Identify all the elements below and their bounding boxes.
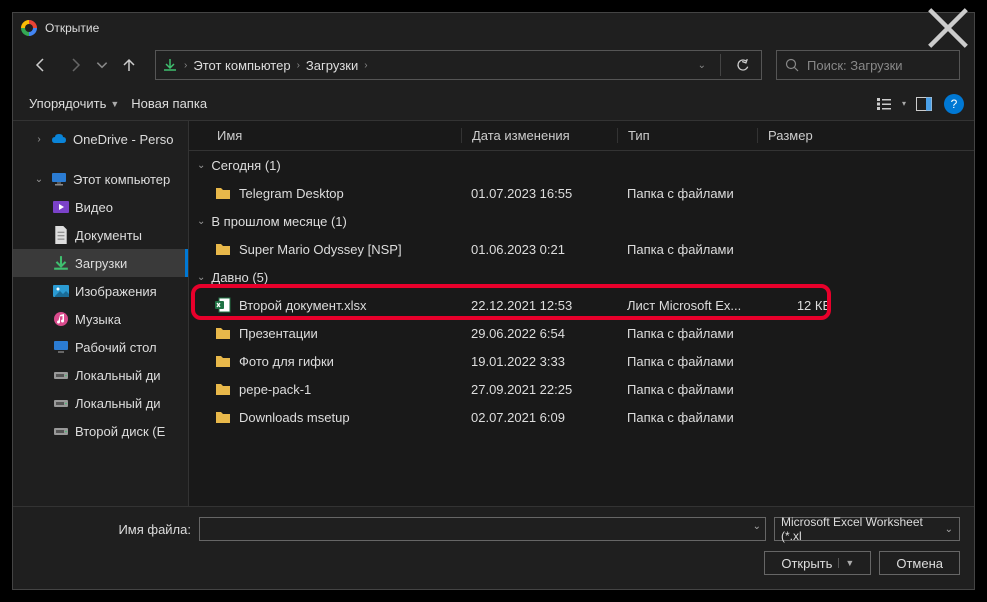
chevron-right-icon[interactable]: › — [184, 60, 187, 71]
sidebar-item-music[interactable]: Музыка — [13, 305, 188, 333]
disk-icon — [53, 395, 69, 411]
nav-back[interactable] — [27, 51, 55, 79]
column-headers: Имя Дата изменения Тип Размер — [189, 121, 974, 151]
file-row[interactable]: Презентации 29.06.2022 6:54 Папка с файл… — [189, 319, 974, 347]
group-today[interactable]: ⌄Сегодня (1) — [189, 151, 974, 179]
chrome-icon — [21, 20, 37, 36]
folder-icon — [215, 241, 231, 257]
nav-up[interactable] — [115, 51, 143, 79]
column-date[interactable]: Дата изменения — [461, 128, 617, 143]
sidebar-item-local-disk-2[interactable]: Локальный ди — [13, 389, 188, 417]
chevron-right-icon[interactable]: › — [364, 60, 367, 71]
file-open-dialog: Открытие › Этот компьютер › Загрузки › ⌄… — [12, 12, 975, 590]
address-history-dropdown[interactable]: ⌄ — [694, 60, 710, 71]
list-view-icon — [876, 97, 892, 111]
sidebar-item-video[interactable]: Видео — [13, 193, 188, 221]
images-icon — [53, 283, 69, 299]
filename-input[interactable]: ⌄ — [199, 517, 766, 541]
group-long-ago[interactable]: ⌄Давно (5) — [189, 263, 974, 291]
column-type[interactable]: Тип — [617, 128, 757, 143]
split-caret-icon[interactable]: ▼ — [838, 558, 854, 568]
folder-icon — [215, 353, 231, 369]
view-mode-button[interactable] — [870, 91, 910, 117]
dropdown-icon: ⌄ — [945, 524, 953, 535]
preview-pane-button[interactable] — [910, 91, 938, 117]
caret-down-icon: ▼ — [110, 99, 119, 109]
organize-button[interactable]: Упорядочить▼ — [23, 92, 125, 115]
monitor-icon — [51, 171, 67, 187]
expand-icon: › — [33, 134, 45, 145]
sidebar-item-documents[interactable]: Документы — [13, 221, 188, 249]
sidebar-item-desktop[interactable]: Рабочий стол — [13, 333, 188, 361]
file-list: Имя Дата изменения Тип Размер ⌄Сегодня (… — [189, 121, 974, 506]
address-bar[interactable]: › Этот компьютер › Загрузки › ⌄ — [155, 50, 762, 80]
chevron-down-icon: ⌄ — [197, 216, 205, 227]
window-title: Открытие — [45, 21, 99, 35]
help-button[interactable]: ? — [944, 94, 964, 114]
folder-icon — [215, 325, 231, 341]
disk-icon — [53, 367, 69, 383]
column-size[interactable]: Размер — [757, 128, 847, 143]
titlebar: Открытие — [13, 13, 974, 43]
search-placeholder: Поиск: Загрузки — [807, 58, 903, 73]
documents-icon — [53, 227, 69, 243]
cancel-button[interactable]: Отмена — [879, 551, 960, 575]
cloud-icon — [51, 131, 67, 147]
chevron-down-icon: ⌄ — [197, 272, 205, 283]
sidebar-item-images[interactable]: Изображения — [13, 277, 188, 305]
file-row[interactable]: Фото для гифки 19.01.2022 3:33 Папка с ф… — [189, 347, 974, 375]
sidebar-item-this-pc[interactable]: ⌄ Этот компьютер — [13, 165, 188, 193]
file-row[interactable]: pepe-pack-1 27.09.2021 22:25 Папка с фай… — [189, 375, 974, 403]
refresh-button[interactable] — [731, 53, 755, 77]
search-input[interactable]: Поиск: Загрузки — [776, 50, 960, 80]
chevron-right-icon[interactable]: › — [297, 60, 300, 71]
excel-icon — [215, 297, 231, 313]
video-icon — [53, 199, 69, 215]
file-row[interactable]: Telegram Desktop 01.07.2023 16:55 Папка … — [189, 179, 974, 207]
breadcrumb-this-pc[interactable]: Этот компьютер — [193, 58, 290, 73]
folder-icon — [215, 185, 231, 201]
downloads-icon — [162, 57, 178, 73]
open-button[interactable]: Открыть▼ — [764, 551, 871, 575]
sidebar-item-onedrive[interactable]: › OneDrive - Perso — [13, 125, 188, 153]
filename-label: Имя файла: — [27, 522, 191, 537]
toolbar: Упорядочить▼ Новая папка ? — [13, 87, 974, 121]
sidebar-item-downloads[interactable]: Загрузки — [13, 249, 188, 277]
nav-recent-dropdown[interactable] — [95, 51, 109, 79]
dropdown-icon[interactable]: ⌄ — [753, 521, 761, 532]
dialog-footer: Имя файла: ⌄ Microsoft Excel Worksheet (… — [13, 506, 974, 589]
collapse-icon: ⌄ — [33, 174, 45, 185]
desktop-icon — [53, 339, 69, 355]
nav-row: › Этот компьютер › Загрузки › ⌄ Поиск: З… — [13, 43, 974, 87]
downloads-folder-icon — [53, 255, 69, 271]
file-row[interactable]: Super Mario Odyssey [NSP] 01.06.2023 0:2… — [189, 235, 974, 263]
sidebar: › OneDrive - Perso ⌄ Этот компьютер Виде… — [13, 121, 189, 506]
dialog-body: › OneDrive - Perso ⌄ Этот компьютер Виде… — [13, 121, 974, 506]
sidebar-item-local-disk-1[interactable]: Локальный ди — [13, 361, 188, 389]
close-button[interactable] — [926, 13, 970, 43]
nav-forward[interactable] — [61, 51, 89, 79]
folder-icon — [215, 381, 231, 397]
file-row[interactable]: Downloads msetup 02.07.2021 6:09 Папка с… — [189, 403, 974, 431]
new-folder-button[interactable]: Новая папка — [125, 92, 213, 115]
file-row-highlighted[interactable]: Второй документ.xlsx 22.12.2021 12:53 Ли… — [189, 291, 974, 319]
sidebar-item-second-disk[interactable]: Второй диск (E — [13, 417, 188, 445]
chevron-down-icon: ⌄ — [197, 160, 205, 171]
search-icon — [785, 58, 799, 72]
breadcrumb-downloads[interactable]: Загрузки — [306, 58, 358, 73]
music-icon — [53, 311, 69, 327]
file-type-filter[interactable]: Microsoft Excel Worksheet (*.xl ⌄ — [774, 517, 960, 541]
preview-pane-icon — [916, 97, 932, 111]
disk-icon — [53, 423, 69, 439]
group-last-month[interactable]: ⌄В прошлом месяце (1) — [189, 207, 974, 235]
column-name[interactable]: Имя — [189, 128, 461, 143]
folder-icon — [215, 409, 231, 425]
